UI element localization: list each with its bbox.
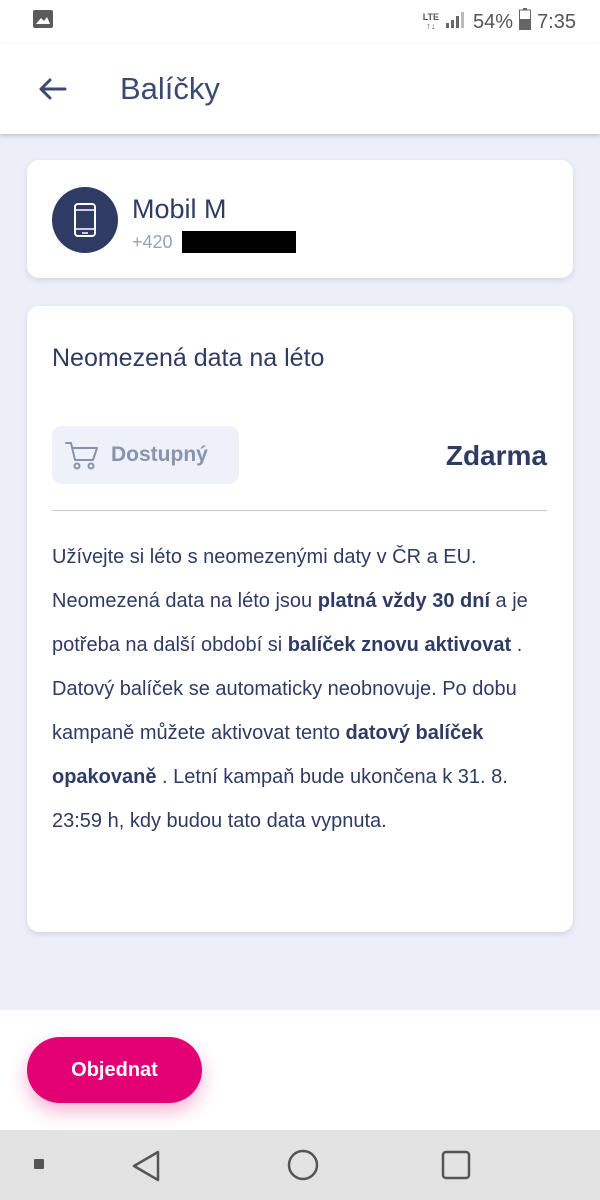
- battery-icon: [519, 8, 532, 36]
- desc-bold-2: balíček znovu aktivovat: [287, 634, 512, 656]
- redacted-number: [181, 231, 296, 253]
- system-nav-bar: [0, 1130, 600, 1200]
- page-title: Balíčky: [120, 71, 220, 106]
- cart-icon: [65, 442, 98, 470]
- order-button[interactable]: Objednat: [27, 1037, 202, 1103]
- offer-title: Neomezená data na léto: [52, 344, 325, 372]
- offer-card: Neomezená data na léto Dostupný Zdarma U…: [27, 306, 573, 932]
- plan-name: Mobil M: [132, 194, 227, 224]
- signal-icon: [445, 9, 467, 35]
- desc-bold-1: platná vždy 30 dní: [317, 590, 490, 612]
- divider: [52, 510, 547, 511]
- network-activity: ↑↓: [426, 21, 436, 31]
- nav-overview-icon[interactable]: [439, 1148, 473, 1182]
- plan-avatar: [52, 187, 118, 253]
- back-arrow-icon: [39, 78, 67, 100]
- availability-label: Dostupný: [111, 443, 208, 466]
- phone-prefix: +420: [132, 231, 173, 252]
- status-indicators: LTE ↑↓ 54% 7:35: [423, 8, 576, 36]
- nav-recent-icon[interactable]: [30, 1155, 48, 1173]
- battery-percent: 54%: [473, 10, 514, 33]
- offer-description: Užívejte si léto s neomezenými daty v ČR…: [52, 535, 552, 843]
- nav-back-icon[interactable]: [128, 1149, 164, 1183]
- nav-home-icon[interactable]: [286, 1148, 320, 1182]
- phone-icon: [74, 203, 96, 237]
- plan-phone-number: +420: [132, 231, 296, 253]
- network-type: LTE ↑↓: [423, 13, 439, 31]
- image-icon: [32, 9, 54, 35]
- offer-price: Zdarma: [445, 440, 547, 471]
- availability-badge: Dostupný: [52, 426, 239, 484]
- back-button[interactable]: [22, 59, 82, 119]
- app-bar: Balíčky: [0, 44, 600, 134]
- clock: 7:35: [537, 10, 576, 33]
- plan-card[interactable]: Mobil M +420: [27, 160, 573, 278]
- status-bar: LTE ↑↓ 54% 7:35: [0, 0, 600, 44]
